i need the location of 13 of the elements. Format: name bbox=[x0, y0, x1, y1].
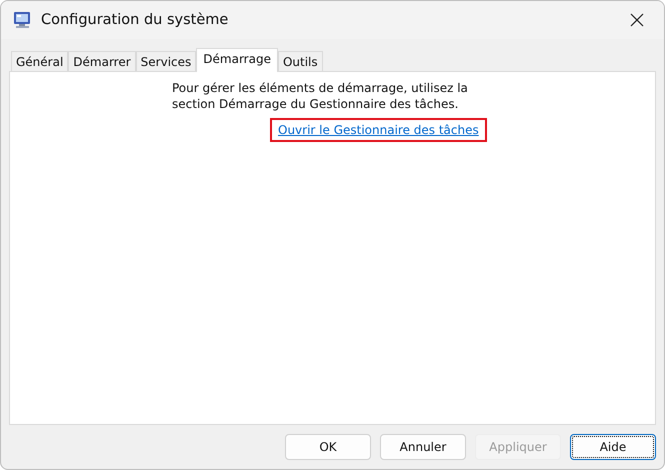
dialog-button[interactable]: OK bbox=[285, 434, 371, 460]
tab[interactable]: Services bbox=[136, 51, 196, 71]
task-manager-link[interactable]: Ouvrir le Gestionnaire des tâches bbox=[270, 118, 487, 142]
tab[interactable]: Outils bbox=[278, 51, 323, 71]
dialog-button[interactable]: Annuler bbox=[380, 434, 466, 460]
tab[interactable]: Démarrage bbox=[196, 48, 278, 72]
computer-icon bbox=[13, 10, 33, 30]
info-message: Pour gérer les éléments de démarrage, utilisez la section Démarrage du Gestionnaire des tâches. bbox=[172, 80, 469, 112]
dialog-button[interactable]: Aide bbox=[570, 434, 656, 460]
tab[interactable]: Général bbox=[11, 51, 68, 71]
window-title: Configuration du système bbox=[41, 12, 230, 28]
close-icon[interactable] bbox=[630, 13, 644, 27]
tab[interactable]: Démarrer bbox=[68, 51, 136, 71]
